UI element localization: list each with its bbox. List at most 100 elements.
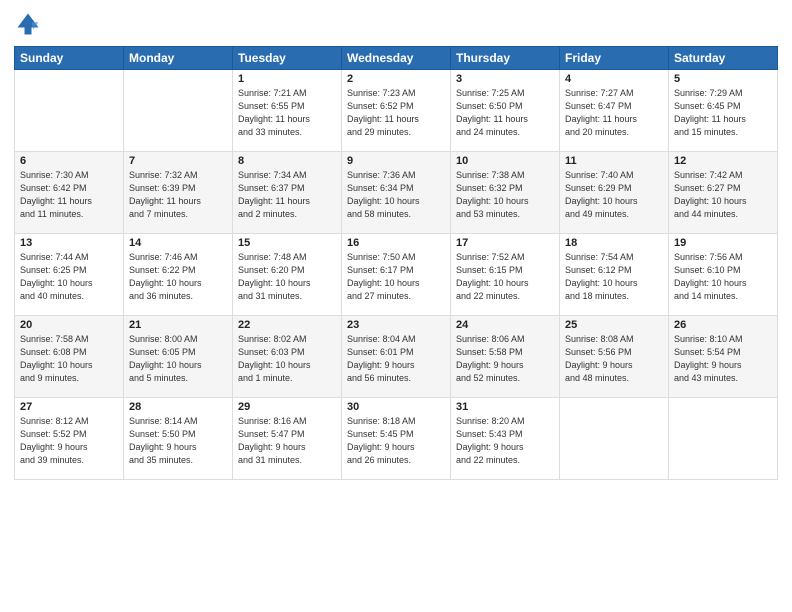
calendar-cell: 12 Sunrise: 7:42 AM Sunset: 6:27 PM Dayli… bbox=[669, 152, 778, 234]
calendar-cell: 3 Sunrise: 7:25 AM Sunset: 6:50 PM Daylig… bbox=[451, 70, 560, 152]
day-info: Sunrise: 7:36 AM Sunset: 6:34 PM Dayligh… bbox=[347, 169, 445, 221]
calendar-week-row: 1Sunrise: 7:21 AM Sunset: 6:55 PM Daylig… bbox=[15, 70, 778, 152]
day-number: 24 bbox=[456, 319, 554, 331]
calendar-header-thursday: Thursday bbox=[451, 47, 560, 70]
day-number: 20 bbox=[20, 319, 118, 331]
calendar-cell: 14Sunrise: 7:46 AM Sunset: 6:22 PM Dayli… bbox=[124, 234, 233, 316]
day-info: Sunrise: 7:52 AM Sunset: 6:15 PM Dayligh… bbox=[456, 251, 554, 303]
calendar-cell: 8 Sunrise: 7:34 AM Sunset: 6:37 PM Daylig… bbox=[233, 152, 342, 234]
calendar-cell: 25 Sunrise: 8:08 AM Sunset: 5:56 PM Dayli… bbox=[560, 316, 669, 398]
day-info: Sunrise: 7:42 AM Sunset: 6:27 PM Dayligh… bbox=[674, 169, 772, 221]
day-info: Sunrise: 8:04 AM Sunset: 6:01 PM Dayligh… bbox=[347, 333, 445, 385]
calendar-header-sunday: Sunday bbox=[15, 47, 124, 70]
calendar-cell: 19 Sunrise: 7:56 AM Sunset: 6:10 PM Dayli… bbox=[669, 234, 778, 316]
calendar-header-friday: Friday bbox=[560, 47, 669, 70]
calendar-cell: 7 Sunrise: 7:32 AM Sunset: 6:39 PM Daylig… bbox=[124, 152, 233, 234]
day-number: 30 bbox=[347, 401, 445, 413]
day-info: Sunrise: 7:27 AM Sunset: 6:47 PM Dayligh… bbox=[565, 87, 663, 139]
calendar-table: SundayMondayTuesdayWednesdayThursdayFrid… bbox=[14, 46, 778, 480]
day-info: Sunrise: 7:50 AM Sunset: 6:17 PM Dayligh… bbox=[347, 251, 445, 303]
calendar-cell: 17 Sunrise: 7:52 AM Sunset: 6:15 PM Dayli… bbox=[451, 234, 560, 316]
calendar-cell: 4Sunrise: 7:27 AM Sunset: 6:47 PM Daylig… bbox=[560, 70, 669, 152]
day-number: 10 bbox=[456, 155, 554, 167]
day-info: Sunrise: 7:38 AM Sunset: 6:32 PM Dayligh… bbox=[456, 169, 554, 221]
day-number: 17 bbox=[456, 237, 554, 249]
calendar-cell: 5 Sunrise: 7:29 AM Sunset: 6:45 PM Daylig… bbox=[669, 70, 778, 152]
day-info: Sunrise: 7:29 AM Sunset: 6:45 PM Dayligh… bbox=[674, 87, 772, 139]
day-info: Sunrise: 7:30 AM Sunset: 6:42 PM Dayligh… bbox=[20, 169, 118, 221]
day-number: 18 bbox=[565, 237, 663, 249]
day-number: 5 bbox=[674, 73, 772, 85]
calendar-header-monday: Monday bbox=[124, 47, 233, 70]
calendar-cell: 28Sunrise: 8:14 AM Sunset: 5:50 PM Dayli… bbox=[124, 398, 233, 480]
day-info: Sunrise: 7:32 AM Sunset: 6:39 PM Dayligh… bbox=[129, 169, 227, 221]
day-number: 15 bbox=[238, 237, 336, 249]
day-number: 11 bbox=[565, 155, 663, 167]
day-info: Sunrise: 8:06 AM Sunset: 5:58 PM Dayligh… bbox=[456, 333, 554, 385]
day-info: Sunrise: 8:18 AM Sunset: 5:45 PM Dayligh… bbox=[347, 415, 445, 467]
logo-icon bbox=[14, 10, 42, 38]
calendar-cell bbox=[560, 398, 669, 480]
header bbox=[14, 10, 778, 38]
day-info: Sunrise: 8:16 AM Sunset: 5:47 PM Dayligh… bbox=[238, 415, 336, 467]
calendar-header-wednesday: Wednesday bbox=[342, 47, 451, 70]
day-info: Sunrise: 7:48 AM Sunset: 6:20 PM Dayligh… bbox=[238, 251, 336, 303]
day-info: Sunrise: 8:12 AM Sunset: 5:52 PM Dayligh… bbox=[20, 415, 118, 467]
calendar-cell bbox=[669, 398, 778, 480]
day-info: Sunrise: 7:40 AM Sunset: 6:29 PM Dayligh… bbox=[565, 169, 663, 221]
day-info: Sunrise: 8:10 AM Sunset: 5:54 PM Dayligh… bbox=[674, 333, 772, 385]
calendar-cell: 13Sunrise: 7:44 AM Sunset: 6:25 PM Dayli… bbox=[15, 234, 124, 316]
logo bbox=[14, 10, 46, 38]
calendar-cell: 2 Sunrise: 7:23 AM Sunset: 6:52 PM Daylig… bbox=[342, 70, 451, 152]
calendar-cell: 9Sunrise: 7:36 AM Sunset: 6:34 PM Daylig… bbox=[342, 152, 451, 234]
calendar-cell: 27Sunrise: 8:12 AM Sunset: 5:52 PM Dayli… bbox=[15, 398, 124, 480]
day-info: Sunrise: 7:46 AM Sunset: 6:22 PM Dayligh… bbox=[129, 251, 227, 303]
day-number: 7 bbox=[129, 155, 227, 167]
day-info: Sunrise: 7:56 AM Sunset: 6:10 PM Dayligh… bbox=[674, 251, 772, 303]
day-number: 19 bbox=[674, 237, 772, 249]
calendar-cell: 29Sunrise: 8:16 AM Sunset: 5:47 PM Dayli… bbox=[233, 398, 342, 480]
day-number: 2 bbox=[347, 73, 445, 85]
day-number: 8 bbox=[238, 155, 336, 167]
calendar-cell: 6 Sunrise: 7:30 AM Sunset: 6:42 PM Daylig… bbox=[15, 152, 124, 234]
day-number: 12 bbox=[674, 155, 772, 167]
main-container: SundayMondayTuesdayWednesdayThursdayFrid… bbox=[0, 0, 792, 612]
day-number: 28 bbox=[129, 401, 227, 413]
day-info: Sunrise: 8:02 AM Sunset: 6:03 PM Dayligh… bbox=[238, 333, 336, 385]
calendar-cell: 15 Sunrise: 7:48 AM Sunset: 6:20 PM Dayli… bbox=[233, 234, 342, 316]
day-info: Sunrise: 8:20 AM Sunset: 5:43 PM Dayligh… bbox=[456, 415, 554, 467]
calendar-cell: 20 Sunrise: 7:58 AM Sunset: 6:08 PM Dayli… bbox=[15, 316, 124, 398]
day-info: Sunrise: 7:23 AM Sunset: 6:52 PM Dayligh… bbox=[347, 87, 445, 139]
calendar-cell bbox=[124, 70, 233, 152]
day-number: 6 bbox=[20, 155, 118, 167]
calendar-cell: 26 Sunrise: 8:10 AM Sunset: 5:54 PM Dayli… bbox=[669, 316, 778, 398]
calendar-cell: 1Sunrise: 7:21 AM Sunset: 6:55 PM Daylig… bbox=[233, 70, 342, 152]
day-number: 31 bbox=[456, 401, 554, 413]
calendar-cell: 16 Sunrise: 7:50 AM Sunset: 6:17 PM Dayli… bbox=[342, 234, 451, 316]
day-info: Sunrise: 7:44 AM Sunset: 6:25 PM Dayligh… bbox=[20, 251, 118, 303]
day-number: 3 bbox=[456, 73, 554, 85]
day-info: Sunrise: 7:25 AM Sunset: 6:50 PM Dayligh… bbox=[456, 87, 554, 139]
calendar-header-saturday: Saturday bbox=[669, 47, 778, 70]
day-number: 22 bbox=[238, 319, 336, 331]
calendar-cell: 23 Sunrise: 8:04 AM Sunset: 6:01 PM Dayli… bbox=[342, 316, 451, 398]
day-info: Sunrise: 8:08 AM Sunset: 5:56 PM Dayligh… bbox=[565, 333, 663, 385]
calendar-week-row: 13Sunrise: 7:44 AM Sunset: 6:25 PM Dayli… bbox=[15, 234, 778, 316]
calendar-cell: 24 Sunrise: 8:06 AM Sunset: 5:58 PM Dayli… bbox=[451, 316, 560, 398]
day-number: 23 bbox=[347, 319, 445, 331]
day-number: 16 bbox=[347, 237, 445, 249]
calendar-week-row: 27Sunrise: 8:12 AM Sunset: 5:52 PM Dayli… bbox=[15, 398, 778, 480]
day-number: 25 bbox=[565, 319, 663, 331]
calendar-header-tuesday: Tuesday bbox=[233, 47, 342, 70]
calendar-cell: 31 Sunrise: 8:20 AM Sunset: 5:43 PM Dayli… bbox=[451, 398, 560, 480]
day-info: Sunrise: 7:34 AM Sunset: 6:37 PM Dayligh… bbox=[238, 169, 336, 221]
calendar-cell bbox=[15, 70, 124, 152]
day-info: Sunrise: 8:00 AM Sunset: 6:05 PM Dayligh… bbox=[129, 333, 227, 385]
calendar-cell: 22 Sunrise: 8:02 AM Sunset: 6:03 PM Dayli… bbox=[233, 316, 342, 398]
calendar-header-row: SundayMondayTuesdayWednesdayThursdayFrid… bbox=[15, 47, 778, 70]
day-number: 1 bbox=[238, 73, 336, 85]
day-number: 26 bbox=[674, 319, 772, 331]
day-info: Sunrise: 7:58 AM Sunset: 6:08 PM Dayligh… bbox=[20, 333, 118, 385]
calendar-cell: 21Sunrise: 8:00 AM Sunset: 6:05 PM Dayli… bbox=[124, 316, 233, 398]
calendar-cell: 18Sunrise: 7:54 AM Sunset: 6:12 PM Dayli… bbox=[560, 234, 669, 316]
